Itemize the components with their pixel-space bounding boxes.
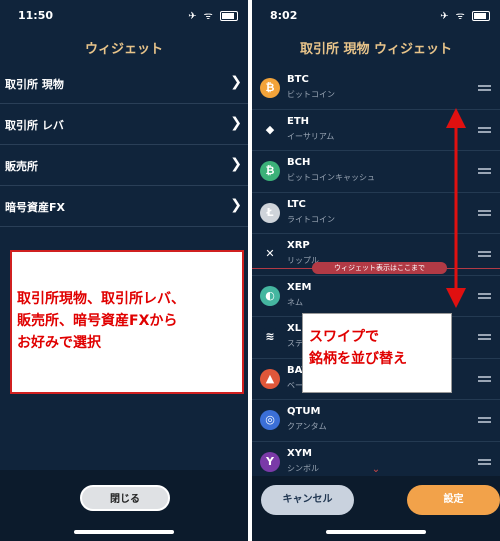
drag-handle-icon[interactable]	[478, 85, 491, 91]
home-indicator[interactable]	[74, 530, 174, 534]
btc-icon: ₿	[260, 78, 280, 98]
cancel-button[interactable]: キャンセル	[261, 485, 354, 515]
coin-row[interactable]: ₿ BTC ビットコイン	[252, 68, 500, 110]
battery-icon	[472, 11, 490, 21]
chevron-right-icon: ❯	[230, 197, 242, 213]
menu-item-crypto-fx[interactable]: 暗号資産FX ❯	[0, 186, 248, 227]
drag-handle-icon[interactable]	[478, 334, 491, 340]
eth-icon: ◆	[260, 119, 280, 140]
drag-handle-icon[interactable]	[478, 251, 491, 257]
menu-item-sales[interactable]: 販売所 ❯	[0, 145, 248, 186]
coin-name: イーサリアム	[287, 131, 335, 141]
widget-limit-badge: ウィジェット表示はここまで	[312, 262, 447, 274]
status-icons: ✈ ᯤ	[188, 8, 238, 22]
qtum-icon: ◎	[260, 410, 280, 430]
coin-name: ネム	[287, 297, 303, 307]
instruction-callout: 取引所現物、取引所レバ、 販売所、暗号資産FXから お好みで選択	[10, 250, 244, 394]
coin-name: ライトコイン	[287, 214, 335, 224]
chevron-right-icon: ❯	[230, 74, 242, 90]
page-title: ウィジェット	[84, 42, 163, 57]
menu-item-label: 取引所 レバ	[5, 119, 64, 132]
page-title: 取引所 現物 ウィジェット	[299, 42, 453, 57]
bch-icon: ₿	[260, 161, 280, 181]
swipe-callout: スワイプで 銘柄を並び替え	[302, 313, 452, 393]
coin-symbol: ETH	[287, 115, 310, 127]
double-arrow-icon	[446, 108, 466, 308]
ltc-icon: Ł	[260, 202, 280, 223]
coin-symbol: XRP	[287, 240, 310, 251]
bat-icon: ▲	[260, 368, 280, 389]
close-button[interactable]: 閉じる	[80, 485, 170, 511]
battery-icon	[220, 11, 238, 21]
coin-name: ベー	[287, 380, 303, 390]
coin-symbol: LTC	[287, 198, 306, 210]
menu-item-label: 販売所	[5, 160, 38, 173]
chevron-right-icon: ❯	[230, 115, 242, 131]
coin-symbol: BTC	[287, 74, 309, 85]
airplane-wifi-icon: ✈ ᯤ	[188, 11, 215, 22]
xrp-icon: ✕	[260, 244, 280, 264]
widget-reorder-screen: 8:02 ✈ ᯤ 取引所 現物 ウィジェット ₿ BTC ビットコイン ◆ ETH イーサ…	[252, 0, 500, 541]
xlm-icon: ≋	[260, 327, 280, 347]
coin-symbol: XYM	[287, 447, 312, 459]
drag-handle-icon[interactable]	[478, 126, 491, 133]
widget-type-menu: 取引所 現物 ❯ 取引所 レバ ❯ 販売所 ❯ 暗号資産FX ❯	[0, 63, 248, 227]
coin-symbol: QTUM	[287, 406, 321, 417]
status-bar: 11:50 ✈ ᯤ	[0, 0, 248, 30]
drag-handle-icon[interactable]	[478, 417, 491, 423]
menu-item-exchange-leverage[interactable]: 取引所 レバ ❯	[0, 104, 248, 145]
coin-row[interactable]: ◎ QTUM クアンタム	[252, 400, 500, 442]
xem-icon: ◐	[260, 285, 280, 306]
drag-handle-icon[interactable]	[478, 168, 491, 174]
coin-symbol: XEM	[287, 281, 312, 293]
widget-menu-screen: 11:50 ✈ ᯤ ウィジェット 取引所 現物 ❯ 取引所 レバ ❯ 販売所 ❯…	[0, 0, 248, 541]
coin-name: ステ	[287, 339, 303, 348]
status-bar: 8:02 ✈ ᯤ	[252, 0, 500, 30]
status-icons: ✈ ᯤ	[440, 8, 490, 22]
chevron-right-icon: ❯	[230, 156, 242, 172]
chevron-down-icon[interactable]: ⌄	[252, 464, 500, 475]
menu-item-exchange-spot[interactable]: 取引所 現物 ❯	[0, 63, 248, 104]
swipe-callout-text: スワイプで 銘柄を並び替え	[309, 329, 407, 367]
coin-name: ビットコイン	[287, 90, 335, 99]
coin-name: ビットコインキャッシュ	[287, 173, 375, 182]
drag-handle-icon[interactable]	[478, 292, 491, 299]
instruction-callout-text: 取引所現物、取引所レバ、 販売所、暗号資産FXから お好みで選択	[17, 291, 185, 351]
menu-item-label: 取引所 現物	[5, 78, 64, 91]
airplane-wifi-icon: ✈ ᯤ	[440, 11, 467, 22]
drag-handle-icon[interactable]	[478, 375, 491, 382]
status-time: 8:02	[270, 9, 298, 22]
home-indicator[interactable]	[326, 530, 426, 534]
menu-item-label: 暗号資産FX	[5, 201, 65, 214]
settings-button[interactable]: 設定	[407, 485, 500, 515]
status-time: 11:50	[18, 9, 54, 22]
coin-symbol: BCH	[287, 157, 311, 168]
drag-handle-icon[interactable]	[478, 209, 491, 216]
coin-name: クアンタム	[287, 422, 327, 431]
